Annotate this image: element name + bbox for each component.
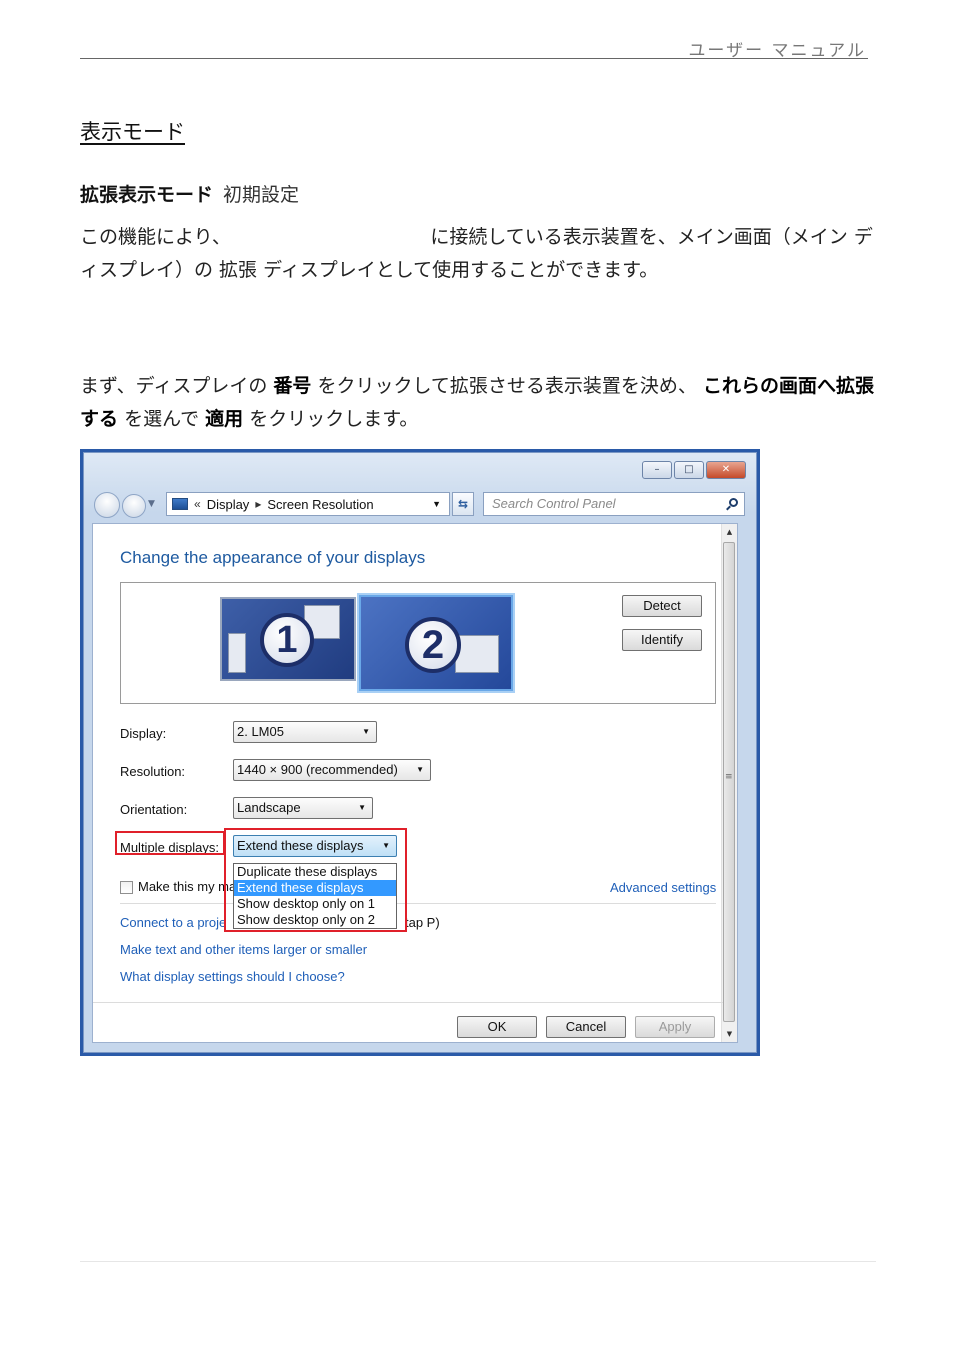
main-display-checkbox-label: Make this my ma <box>138 879 237 894</box>
subsection-title-default: 初期設定 <box>223 184 300 206</box>
apply-button[interactable]: Apply <box>635 1016 715 1038</box>
instruction-text-3: を選んで <box>124 408 200 430</box>
instruction-text-2: をクリックして拡張させる表示装置を決め、 <box>317 375 697 397</box>
search-icon[interactable] <box>729 498 738 507</box>
orientation-select[interactable]: Landscape ▼ <box>233 797 373 819</box>
monitor-1-number: 1 <box>260 613 314 667</box>
footer-divider <box>93 1002 723 1003</box>
scroll-grip-icon: ≡ <box>725 772 733 782</box>
page-heading: Change the appearance of your displays <box>120 548 426 567</box>
highlight-dropdown-box <box>224 828 407 932</box>
breadcrumb-display[interactable]: Display <box>207 497 250 512</box>
subsection-title-bold: 拡張表示モード <box>80 184 214 206</box>
footer-rule <box>80 1261 876 1262</box>
scroll-up-icon[interactable]: ▲ <box>722 524 737 540</box>
advanced-settings-link[interactable]: Advanced settings <box>610 880 716 895</box>
forward-button[interactable] <box>122 494 146 518</box>
resolution-select[interactable]: 1440 × 900 (recommended) ▼ <box>233 759 431 781</box>
maximize-button[interactable]: □ <box>674 461 704 479</box>
display-select[interactable]: 2. LM05 ▼ <box>233 721 377 743</box>
chevron-down-icon: ▼ <box>416 765 424 774</box>
instruction-paragraph: まず、ディスプレイの 番号 をクリックして拡張させる表示装置を決め、 これらの画… <box>80 370 880 436</box>
search-placeholder: Search Control Panel <box>492 496 616 511</box>
orientation-value: Landscape <box>237 800 301 815</box>
subsection-title: 拡張表示モード 初期設定 <box>80 180 299 207</box>
instruction-text-4: をクリックします。 <box>249 408 419 430</box>
breadcrumb-arrow-icon: ▸ <box>255 497 262 511</box>
scroll-thumb[interactable] <box>723 542 735 1022</box>
help-link[interactable]: What display settings should I choose? <box>120 969 345 984</box>
instruction-text-1: まず、ディスプレイの <box>80 375 268 397</box>
monitor-2-number: 2 <box>405 617 461 673</box>
monitor-1[interactable]: 1 <box>220 597 356 681</box>
main-display-checkbox[interactable] <box>120 881 133 894</box>
cancel-button[interactable]: Cancel <box>546 1016 626 1038</box>
instruction-number: 番号 <box>273 375 312 397</box>
client-area: ▲ ≡ ▼ Change the appearance of your disp… <box>92 523 738 1043</box>
ok-button[interactable]: OK <box>457 1016 537 1038</box>
refresh-button[interactable]: ⇆ <box>452 492 474 516</box>
control-panel-icon <box>172 498 188 510</box>
close-button[interactable]: ✕ <box>706 461 746 479</box>
recent-pages-dropdown-icon[interactable]: ▼ <box>148 499 155 509</box>
orientation-label: Orientation: <box>120 802 188 817</box>
address-bar[interactable]: « Display ▸ Screen Resolution ▼ <box>166 492 450 516</box>
display-label: Display: <box>120 726 167 741</box>
window-frame: – □ ✕ ▼ « Display ▸ Screen Resolution ▼ … <box>83 452 757 1053</box>
instruction-apply: 適用 <box>205 408 244 430</box>
divider <box>120 903 716 904</box>
address-dropdown-icon[interactable]: ▼ <box>432 499 441 509</box>
chevron-down-icon: ▼ <box>358 803 366 812</box>
resolution-value: 1440 × 900 (recommended) <box>237 762 398 777</box>
breadcrumb-screen-resolution[interactable]: Screen Resolution <box>267 497 373 512</box>
header-rule <box>80 58 868 59</box>
monitor-arrangement: 1 2 Detect Identify <box>120 582 716 704</box>
monitor-2[interactable]: 2 <box>359 595 513 691</box>
highlight-label-box <box>115 831 225 855</box>
text-size-link[interactable]: Make text and other items larger or smal… <box>120 942 367 957</box>
monitor-1-window-icon <box>228 633 246 673</box>
vertical-scrollbar[interactable]: ▲ ≡ ▼ <box>721 524 737 1042</box>
display-value: 2. LM05 <box>237 724 284 739</box>
intro-paragraph: この機能により、 に接続している表示装置を、メイン画面（メイン ディスプレイ）の… <box>80 226 873 281</box>
screen-resolution-window: – □ ✕ ▼ « Display ▸ Screen Resolution ▼ … <box>80 449 760 1056</box>
resolution-label: Resolution: <box>120 764 186 779</box>
breadcrumb-prefix: « <box>194 497 201 511</box>
scroll-down-icon[interactable]: ▼ <box>722 1026 737 1042</box>
detect-button[interactable]: Detect <box>622 595 702 617</box>
section-title: 表示モード <box>80 120 185 144</box>
connect-projector-link[interactable]: Connect to a proje <box>120 915 226 930</box>
monitor-2-window-icon <box>455 635 499 673</box>
search-input[interactable]: Search Control Panel <box>483 492 745 516</box>
minimize-button[interactable]: – <box>642 461 672 479</box>
window-controls: – □ ✕ <box>642 461 746 479</box>
connect-projector-link-tail: tap P) <box>405 915 440 930</box>
identify-button[interactable]: Identify <box>622 629 702 651</box>
back-button[interactable] <box>94 492 120 518</box>
chevron-down-icon: ▼ <box>362 727 370 736</box>
